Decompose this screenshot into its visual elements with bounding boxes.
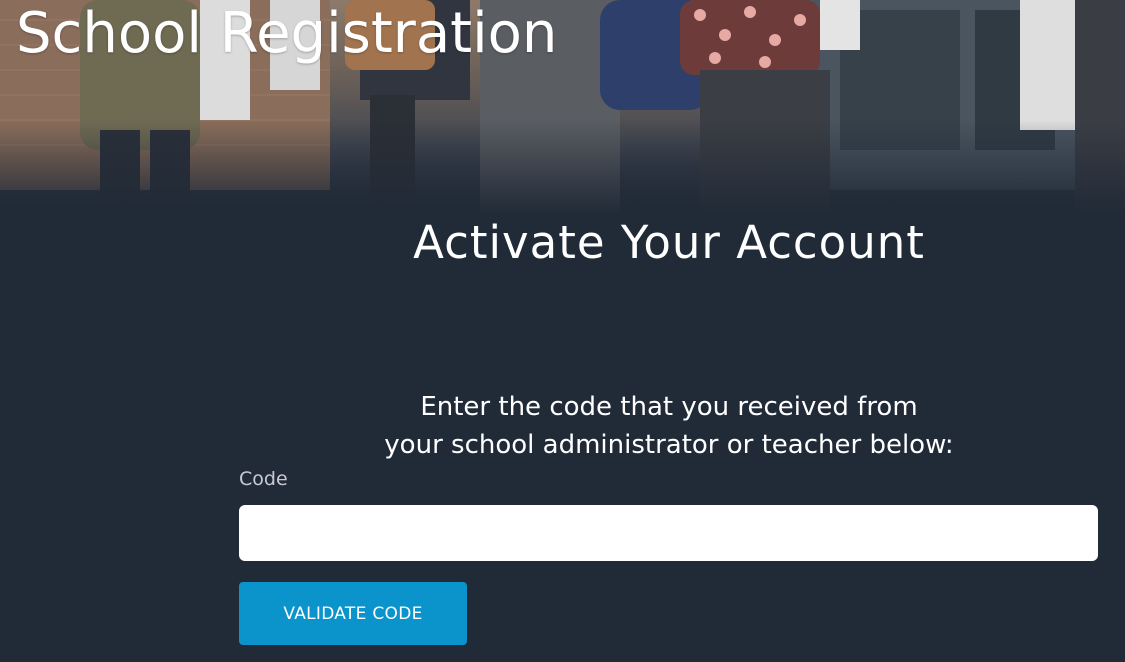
instructions-line-1: Enter the code that you received from [420,392,918,422]
instructions-line-2: your school administrator or teacher bel… [384,430,954,460]
code-input[interactable] [239,505,1098,561]
hero-fade-overlay [0,120,1125,215]
site-title: School Registration [16,1,558,66]
code-label: Code [239,468,288,490]
hero-banner: School Registration [0,0,1125,215]
instructions-text: Enter the code that you received from yo… [239,388,1099,464]
validate-code-button[interactable]: VALIDATE CODE [239,582,467,645]
page-heading: Activate Your Account [413,216,925,269]
